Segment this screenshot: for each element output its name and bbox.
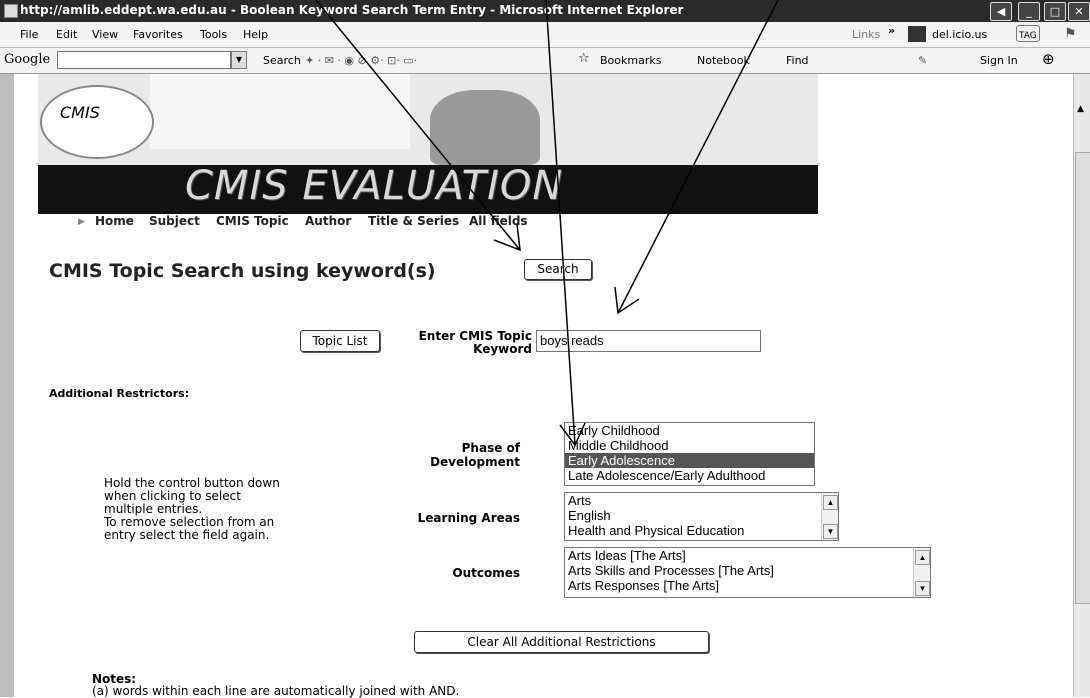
- wrench-icon[interactable]: ✎: [918, 54, 927, 67]
- outcome-option[interactable]: Arts Responses [The Arts]: [565, 578, 930, 593]
- phase-option[interactable]: Middle Childhood: [565, 438, 814, 453]
- tag-button[interactable]: TAG: [1016, 25, 1040, 42]
- close-button[interactable]: ✕: [1068, 2, 1090, 21]
- cmis-logo-text: CMIS: [60, 103, 100, 122]
- outcome-option[interactable]: Arts Skills and Processes [The Arts]: [565, 563, 930, 578]
- nav-all-fields[interactable]: All fields: [469, 214, 528, 228]
- chevron-icon[interactable]: »: [888, 24, 895, 37]
- topic-list-button[interactable]: Topic List: [300, 330, 380, 352]
- google-search-button[interactable]: Search: [263, 54, 301, 67]
- keyword-label-line1: Enter CMIS Topic: [418, 329, 532, 343]
- additional-restrictors-label: Additional Restrictors:: [49, 387, 190, 400]
- nav-cmis-topic[interactable]: CMIS Topic: [216, 214, 289, 228]
- outcome-option[interactable]: Arts Ideas [The Arts]: [565, 548, 930, 563]
- find-button[interactable]: Find: [786, 54, 809, 67]
- ie-icon: [4, 4, 18, 18]
- menu-edit[interactable]: Edit: [56, 28, 77, 41]
- scroll-down-icon[interactable]: ▼: [823, 524, 838, 539]
- delicious-label[interactable]: del.icio.us: [932, 28, 987, 41]
- outcomes-select[interactable]: Arts Ideas [The Arts] Arts Skills and Pr…: [564, 547, 931, 598]
- phase-option[interactable]: Late Adolescence/Early Adulthood: [565, 468, 814, 483]
- star-icon[interactable]: ☆: [578, 51, 590, 66]
- banner-photo: [430, 90, 540, 165]
- links-label[interactable]: Links: [852, 28, 880, 41]
- vertical-scrollbar[interactable]: ▲: [1073, 74, 1090, 697]
- cmis-logo: [40, 85, 154, 159]
- menu-bar: File Edit View Favorites Tools Help Link…: [0, 22, 1090, 48]
- delicious-icon: [908, 26, 926, 42]
- menu-favorites[interactable]: Favorites: [133, 28, 183, 41]
- phase-label-line2: Development: [430, 455, 520, 469]
- keyword-label-line2: Keyword: [473, 342, 532, 356]
- scroll-down-icon[interactable]: ▼: [915, 581, 930, 596]
- learning-option[interactable]: English: [565, 508, 838, 523]
- phase-label-line1: Phase of: [461, 441, 520, 455]
- scroll-up-icon[interactable]: ▲: [915, 550, 930, 565]
- windows-logo-icon: ⚑: [1064, 26, 1077, 42]
- help-line: entry select the field again.: [104, 528, 270, 542]
- translate-icon[interactable]: ⊕: [1042, 50, 1055, 68]
- notes-line-a: (a) words within each line are automatic…: [92, 684, 460, 698]
- nav-title-series[interactable]: Title & Series: [368, 214, 459, 228]
- signin-button[interactable]: Sign In: [980, 54, 1018, 67]
- learning-option[interactable]: Arts: [565, 493, 838, 508]
- google-search-input[interactable]: [57, 51, 231, 69]
- learning-scrollbar[interactable]: ▲ ▼: [821, 493, 838, 540]
- nav-subject[interactable]: Subject: [149, 214, 200, 228]
- phase-option[interactable]: Early Childhood: [565, 423, 814, 438]
- learning-areas-label: Learning Areas: [417, 511, 520, 525]
- clear-restrictions-button[interactable]: Clear All Additional Restrictions: [414, 631, 709, 653]
- menu-tools[interactable]: Tools: [200, 28, 227, 41]
- phase-select[interactable]: Early Childhood Middle Childhood Early A…: [564, 422, 815, 486]
- outcomes-scrollbar[interactable]: ▲ ▼: [913, 548, 930, 597]
- scroll-thumb[interactable]: [1075, 152, 1090, 604]
- back-icon[interactable]: ◀: [990, 2, 1012, 21]
- nav-author[interactable]: Author: [305, 214, 351, 228]
- title-bar: http://amlib.eddept.wa.edu.au - Boolean …: [0, 0, 1090, 22]
- window-title: http://amlib.eddept.wa.edu.au - Boolean …: [20, 3, 684, 17]
- scroll-up-icon[interactable]: ▲: [823, 495, 838, 510]
- phase-option-selected[interactable]: Early Adolescence: [565, 453, 814, 468]
- left-margin-bar: [0, 74, 14, 697]
- google-logo: Google: [4, 52, 51, 67]
- menu-help[interactable]: Help: [243, 28, 268, 41]
- menu-view[interactable]: View: [92, 28, 118, 41]
- search-button[interactable]: Search: [524, 259, 592, 280]
- google-toolbar: Google ▼ Search ✦ · ✉ · ◉ ⊘ ⚙· ⊡· ▭· ☆ B…: [0, 48, 1090, 74]
- outcomes-label: Outcomes: [452, 566, 520, 580]
- banner-highlight: [150, 74, 410, 149]
- chevron-down-icon[interactable]: ▼: [231, 51, 247, 69]
- keyword-input[interactable]: boys reads: [536, 330, 761, 352]
- maximize-button[interactable]: □: [1044, 2, 1066, 21]
- nav-home[interactable]: Home: [95, 214, 134, 228]
- toolbar-icons[interactable]: ✦ · ✉ · ◉ ⊘ ⚙· ⊡· ▭·: [305, 54, 417, 67]
- scroll-up-icon[interactable]: ▲: [1077, 104, 1084, 114]
- learning-option[interactable]: Health and Physical Education: [565, 523, 838, 538]
- menu-file[interactable]: File: [20, 28, 38, 41]
- nav-arrow-icon: ▶: [78, 217, 85, 227]
- bookmarks-button[interactable]: Bookmarks: [600, 54, 661, 67]
- minimize-button[interactable]: _: [1018, 2, 1040, 21]
- banner-heading: CMIS EVALUATION: [185, 163, 564, 209]
- notebook-button[interactable]: Notebook: [697, 54, 750, 67]
- learning-areas-select[interactable]: Arts English Health and Physical Educati…: [564, 492, 839, 541]
- page-title: CMIS Topic Search using keyword(s): [49, 260, 436, 282]
